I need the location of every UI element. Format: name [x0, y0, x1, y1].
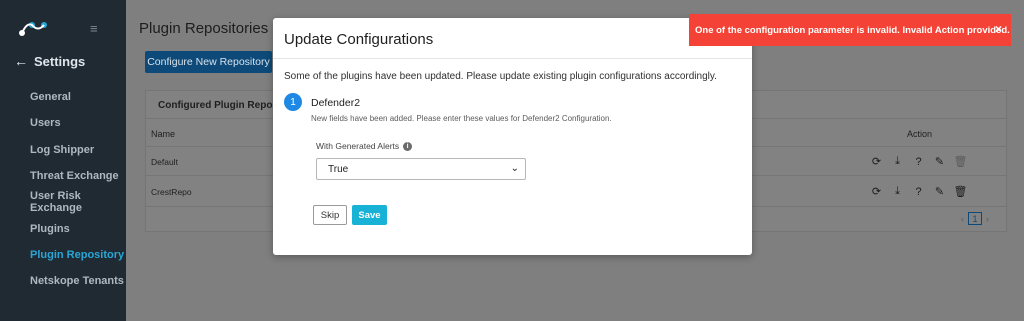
- edit-icon[interactable]: ✎: [933, 155, 946, 168]
- divider: [273, 58, 752, 59]
- step-title: Defender2: [311, 97, 361, 109]
- chevron-right-icon[interactable]: ›: [986, 214, 989, 224]
- toast-message: One of the configuration parameter is in…: [695, 24, 1010, 36]
- column-header-name: Name: [151, 129, 176, 139]
- column-header-action: Action: [907, 129, 933, 139]
- field-label: With Generated Alerts i: [316, 141, 413, 151]
- step-number-badge: 1: [284, 93, 302, 111]
- update-configurations-modal: Update Configurations Some of the plugin…: [273, 18, 752, 255]
- chevron-left-icon[interactable]: ‹: [961, 214, 964, 224]
- settings-back-link[interactable]: ← Settings: [14, 53, 85, 69]
- modal-description: Some of the plugins have been updated. P…: [284, 71, 717, 82]
- chevron-down-icon: ⌄: [510, 163, 519, 174]
- info-icon[interactable]: i: [403, 141, 413, 151]
- sidebar: ≡ ← Settings General Users Log Shipper T…: [0, 0, 126, 321]
- sidebar-item-threat-exchange[interactable]: Threat Exchange: [30, 163, 126, 189]
- skip-button[interactable]: Skip: [313, 205, 347, 225]
- sidebar-item-users[interactable]: Users: [30, 110, 126, 136]
- page-number-button[interactable]: 1: [968, 212, 982, 225]
- sidebar-item-user-risk-exchange[interactable]: User Risk Exchange: [30, 189, 126, 215]
- error-toast: One of the configuration parameter is in…: [689, 14, 1011, 46]
- with-generated-alerts-select[interactable]: True ⌄: [316, 158, 526, 180]
- pagination: ‹ 1 ›: [961, 212, 989, 225]
- sync-icon[interactable]: ⟳: [870, 185, 883, 198]
- save-button[interactable]: Save: [352, 205, 387, 225]
- help-icon[interactable]: ?: [912, 185, 925, 198]
- sidebar-item-netskope-tenants[interactable]: Netskope Tenants: [30, 268, 126, 294]
- settings-label: Settings: [34, 53, 86, 69]
- select-value: True: [328, 163, 349, 175]
- step-subtitle: New fields have been added. Please enter…: [311, 114, 612, 123]
- delete-icon: 🗑: [953, 156, 968, 168]
- settings-nav: General Users Log Shipper Threat Exchang…: [30, 84, 126, 294]
- netskope-logo-icon: [19, 22, 47, 36]
- sidebar-item-log-shipper[interactable]: Log Shipper: [30, 137, 126, 163]
- download-icon[interactable]: ⤓: [891, 155, 904, 168]
- arrow-left-icon: ←: [14, 53, 28, 69]
- edit-icon[interactable]: ✎: [933, 185, 946, 198]
- card-title: Configured Plugin Reposito: [158, 100, 291, 111]
- delete-icon[interactable]: 🗑: [954, 185, 968, 198]
- modal-title: Update Configurations: [284, 31, 434, 48]
- field-label-text: With Generated Alerts: [316, 141, 400, 151]
- row-actions: ⟳ ⤓ ? ✎ 🗑: [870, 185, 968, 198]
- page-title: Plugin Repositories: [139, 20, 269, 37]
- help-icon[interactable]: ?: [912, 155, 925, 168]
- sidebar-item-plugin-repository[interactable]: Plugin Repository: [30, 242, 126, 268]
- download-icon[interactable]: ⤓: [891, 185, 904, 198]
- table-row-name: CrestRepo: [151, 187, 192, 197]
- close-icon[interactable]: ×: [995, 22, 1002, 36]
- table-row-name: Default: [151, 157, 178, 167]
- sidebar-item-general[interactable]: General: [30, 84, 126, 110]
- collapse-menu-icon[interactable]: ≡: [90, 21, 104, 36]
- row-actions: ⟳ ⤓ ? ✎ 🗑: [870, 155, 968, 168]
- sync-icon[interactable]: ⟳: [870, 155, 883, 168]
- sidebar-item-plugins[interactable]: Plugins: [30, 215, 126, 241]
- configure-new-repository-button[interactable]: Configure New Repository: [145, 51, 272, 73]
